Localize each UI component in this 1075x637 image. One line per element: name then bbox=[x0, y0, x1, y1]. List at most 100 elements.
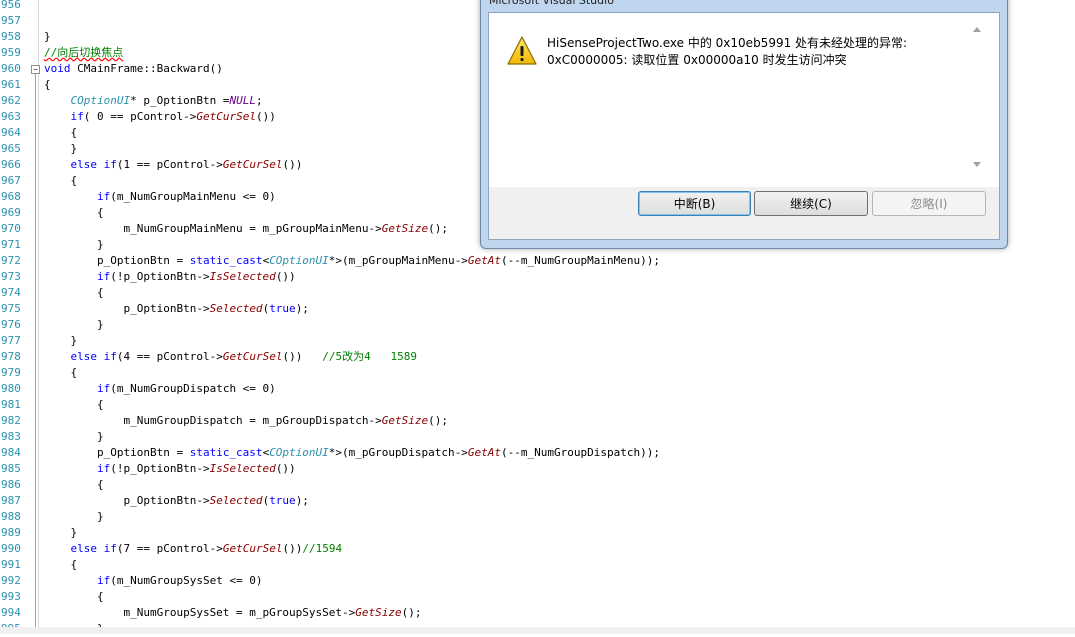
line-number: 972 bbox=[1, 254, 21, 267]
line-number: 993 bbox=[1, 590, 21, 603]
code-text: p_OptionBtn = static_cast<COptionUI*>(m_… bbox=[44, 446, 660, 459]
line-number: 990 bbox=[1, 542, 21, 555]
message-line-2: 0xC0000005: 读取位置 0x00000a10 时发生访问冲突 bbox=[547, 53, 847, 67]
code-line[interactable]: 975 p_OptionBtn->Selected(true); bbox=[0, 301, 1075, 317]
line-number: 966 bbox=[1, 158, 21, 171]
line-number: 982 bbox=[1, 414, 21, 427]
code-line[interactable]: 982 m_NumGroupDispatch = m_pGroupDispatc… bbox=[0, 413, 1075, 429]
code-text: { bbox=[44, 206, 104, 219]
scroll-up-arrow-icon[interactable] bbox=[973, 27, 981, 32]
line-number: 992 bbox=[1, 574, 21, 587]
code-line[interactable]: 974 { bbox=[0, 285, 1075, 301]
code-text: { bbox=[44, 558, 78, 571]
continue-button[interactable]: 继续(C) bbox=[754, 191, 868, 216]
line-number: 977 bbox=[1, 334, 21, 347]
scroll-down-arrow-icon[interactable] bbox=[973, 162, 981, 167]
code-text: else if(1 == pControl->GetCurSel()) bbox=[70, 158, 303, 171]
line-number: 959 bbox=[1, 46, 21, 59]
line-number: 969 bbox=[1, 206, 21, 219]
dialog-title: Microsoft Visual Studio bbox=[489, 0, 614, 7]
horizontal-scrollbar[interactable] bbox=[0, 627, 1075, 634]
code-line[interactable]: 989 } bbox=[0, 525, 1075, 541]
line-number: 979 bbox=[1, 366, 21, 379]
line-number: 981 bbox=[1, 398, 21, 411]
code-line[interactable]: 987 p_OptionBtn->Selected(true); bbox=[0, 493, 1075, 509]
code-line[interactable]: 977 } bbox=[0, 333, 1075, 349]
code-line[interactable]: 991 { bbox=[0, 557, 1075, 573]
line-number: 960 bbox=[1, 62, 21, 75]
code-line[interactable]: 986 { bbox=[0, 477, 1075, 493]
code-text: COptionUI* p_OptionBtn =NULL; bbox=[70, 94, 263, 107]
code-line[interactable]: 981 { bbox=[0, 397, 1075, 413]
code-text: { bbox=[44, 398, 104, 411]
line-number: 987 bbox=[1, 494, 21, 507]
line-number: 971 bbox=[1, 238, 21, 251]
collapse-icon[interactable]: − bbox=[31, 65, 40, 74]
code-text: } bbox=[44, 318, 104, 331]
line-number: 956 bbox=[1, 0, 21, 11]
line-number: 961 bbox=[1, 78, 21, 91]
code-line[interactable]: 978 else if(4 == pControl->GetCurSel()) … bbox=[0, 349, 1075, 365]
line-number: 973 bbox=[1, 270, 21, 283]
message-scrollbar[interactable] bbox=[969, 21, 985, 175]
dialog-message-area: HiSenseProjectTwo.exe 中的 0x10eb5991 处有未经… bbox=[489, 13, 999, 187]
line-number: 974 bbox=[1, 286, 21, 299]
code-text: if(m_NumGroupSysSet <= 0) bbox=[96, 574, 263, 587]
code-text: if(!p_OptionBtn->IsSelected()) bbox=[96, 270, 296, 283]
code-text: } bbox=[44, 510, 104, 523]
line-number: 964 bbox=[1, 126, 21, 139]
code-text: if(!p_OptionBtn->IsSelected()) bbox=[96, 462, 296, 475]
code-text: p_OptionBtn->Selected(true); bbox=[44, 302, 309, 315]
code-line[interactable]: 993 { bbox=[0, 589, 1075, 605]
line-number: 991 bbox=[1, 558, 21, 571]
code-text: else if(7 == pControl->GetCurSel())//159… bbox=[70, 542, 343, 555]
code-line[interactable]: 972 p_OptionBtn = static_cast<COptionUI*… bbox=[0, 253, 1075, 269]
code-text: } bbox=[44, 430, 104, 443]
dialog-button-bar: 中断(B) 继续(C) 忽略(I) bbox=[489, 187, 999, 239]
line-number: 968 bbox=[1, 190, 21, 203]
code-text: if( 0 == pControl->GetCurSel()) bbox=[70, 110, 276, 123]
code-line[interactable]: 994 m_NumGroupSysSet = m_pGroupSysSet->G… bbox=[0, 605, 1075, 621]
code-text: { bbox=[44, 174, 78, 187]
code-line[interactable]: 973 if(!p_OptionBtn->IsSelected()) bbox=[0, 269, 1075, 285]
code-text: else if(4 == pControl->GetCurSel()) //5改… bbox=[70, 350, 418, 363]
code-line[interactable]: 985 if(!p_OptionBtn->IsSelected()) bbox=[0, 461, 1075, 477]
break-button[interactable]: 中断(B) bbox=[638, 191, 751, 216]
line-number: 965 bbox=[1, 142, 21, 155]
line-number: 962 bbox=[1, 94, 21, 107]
code-text: } bbox=[44, 238, 104, 251]
code-line[interactable]: 983 } bbox=[0, 429, 1075, 445]
dialog-body: HiSenseProjectTwo.exe 中的 0x10eb5991 处有未经… bbox=[488, 12, 1000, 240]
code-text: m_NumGroupDispatch = m_pGroupDispatch->G… bbox=[44, 414, 448, 427]
code-text: m_NumGroupSysSet = m_pGroupSysSet->GetSi… bbox=[44, 606, 422, 619]
code-text: void CMainFrame::Backward() bbox=[44, 62, 223, 75]
line-number: 988 bbox=[1, 510, 21, 523]
line-number: 958 bbox=[1, 30, 21, 43]
code-line[interactable]: 990 else if(7 == pControl->GetCurSel())/… bbox=[0, 541, 1075, 557]
code-text: { bbox=[44, 590, 104, 603]
line-number: 983 bbox=[1, 430, 21, 443]
line-number: 980 bbox=[1, 382, 21, 395]
code-text: { bbox=[44, 286, 104, 299]
code-line[interactable]: 980 if(m_NumGroupDispatch <= 0) bbox=[0, 381, 1075, 397]
warning-icon bbox=[507, 36, 537, 65]
line-number: 963 bbox=[1, 110, 21, 123]
line-number: 975 bbox=[1, 302, 21, 315]
code-line[interactable]: 976 } bbox=[0, 317, 1075, 333]
code-line[interactable]: 979 { bbox=[0, 365, 1075, 381]
line-number: 970 bbox=[1, 222, 21, 235]
code-line[interactable]: 984 p_OptionBtn = static_cast<COptionUI*… bbox=[0, 445, 1075, 461]
code-text: } bbox=[44, 334, 78, 347]
code-text: } bbox=[44, 30, 51, 43]
code-text: if(m_NumGroupDispatch <= 0) bbox=[96, 382, 276, 395]
line-number: 989 bbox=[1, 526, 21, 539]
code-text: p_OptionBtn->Selected(true); bbox=[44, 494, 309, 507]
code-text: { bbox=[44, 478, 104, 491]
code-line[interactable]: 988 } bbox=[0, 509, 1075, 525]
ignore-button[interactable]: 忽略(I) bbox=[872, 191, 986, 216]
code-text: } bbox=[44, 526, 78, 539]
code-line[interactable]: 992 if(m_NumGroupSysSet <= 0) bbox=[0, 573, 1075, 589]
line-number: 978 bbox=[1, 350, 21, 363]
line-number: 976 bbox=[1, 318, 21, 331]
code-text: //向后切换焦点 bbox=[44, 46, 124, 59]
